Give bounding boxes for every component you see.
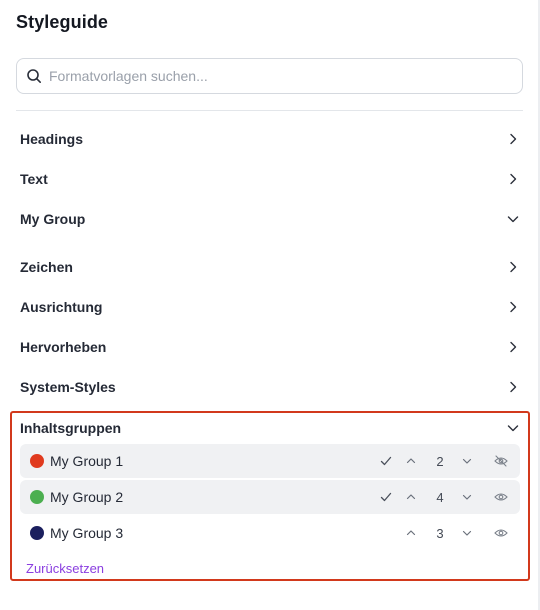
section-label: Zeichen <box>20 259 73 275</box>
eye-icon[interactable] <box>494 480 508 514</box>
chevron-right-icon <box>507 173 519 185</box>
group-order: 3 <box>436 525 444 541</box>
move-down-icon[interactable] <box>461 516 473 550</box>
section-zeichen[interactable]: Zeichen <box>20 251 521 283</box>
reset-link[interactable]: Zurücksetzen <box>26 561 104 576</box>
group-row[interactable]: My Group 3 3 <box>20 516 520 550</box>
section-text[interactable]: Text <box>20 163 521 195</box>
group-name: My Group 2 <box>50 489 124 505</box>
search-box[interactable] <box>16 58 523 94</box>
chevron-right-icon <box>507 261 519 273</box>
move-up-icon[interactable] <box>405 444 417 478</box>
move-up-icon[interactable] <box>405 480 417 514</box>
search-icon <box>26 68 42 84</box>
group-name: My Group 1 <box>50 453 124 469</box>
chevron-down-icon <box>507 422 519 434</box>
group-color-dot <box>30 526 44 540</box>
section-label: My Group <box>20 211 86 227</box>
section-my-group[interactable]: My Group <box>20 203 521 235</box>
search-input[interactable] <box>49 61 522 91</box>
section-label: System-Styles <box>20 379 116 395</box>
section-label: Text <box>20 171 48 187</box>
group-color-dot <box>30 454 44 468</box>
chevron-right-icon <box>507 381 519 393</box>
section-system-styles[interactable]: System-Styles <box>20 371 521 403</box>
content-groups-header[interactable]: Inhaltsgruppen <box>20 413 521 443</box>
group-row[interactable]: My Group 2 4 <box>20 480 520 514</box>
group-order: 2 <box>436 453 444 469</box>
check-icon[interactable] <box>380 444 392 478</box>
chevron-right-icon <box>507 341 519 353</box>
eye-icon[interactable] <box>494 516 508 550</box>
group-order: 4 <box>436 489 444 505</box>
group-row[interactable]: My Group 1 2 <box>20 444 520 478</box>
chevron-down-icon <box>507 213 519 225</box>
section-ausrichtung[interactable]: Ausrichtung <box>20 291 521 323</box>
section-hervorheben[interactable]: Hervorheben <box>20 331 521 363</box>
section-label: Inhaltsgruppen <box>20 420 122 436</box>
chevron-right-icon <box>507 133 519 145</box>
section-headings[interactable]: Headings <box>20 123 521 155</box>
move-down-icon[interactable] <box>461 444 473 478</box>
divider <box>16 110 523 111</box>
section-label: Headings <box>20 131 84 147</box>
move-down-icon[interactable] <box>461 480 473 514</box>
styleguide-panel: Styleguide Headings Text My Group Zeiche… <box>0 0 540 610</box>
page-title: Styleguide <box>16 12 109 32</box>
group-name: My Group 3 <box>50 525 124 541</box>
move-up-icon[interactable] <box>405 516 417 550</box>
eye-off-icon[interactable] <box>494 444 508 478</box>
chevron-right-icon <box>507 301 519 313</box>
group-color-dot <box>30 490 44 504</box>
section-label: Ausrichtung <box>20 299 103 315</box>
content-groups-section: Inhaltsgruppen My Group 1 2 My Group 2 4 <box>10 411 530 581</box>
section-label: Hervorheben <box>20 339 107 355</box>
check-icon[interactable] <box>380 480 392 514</box>
